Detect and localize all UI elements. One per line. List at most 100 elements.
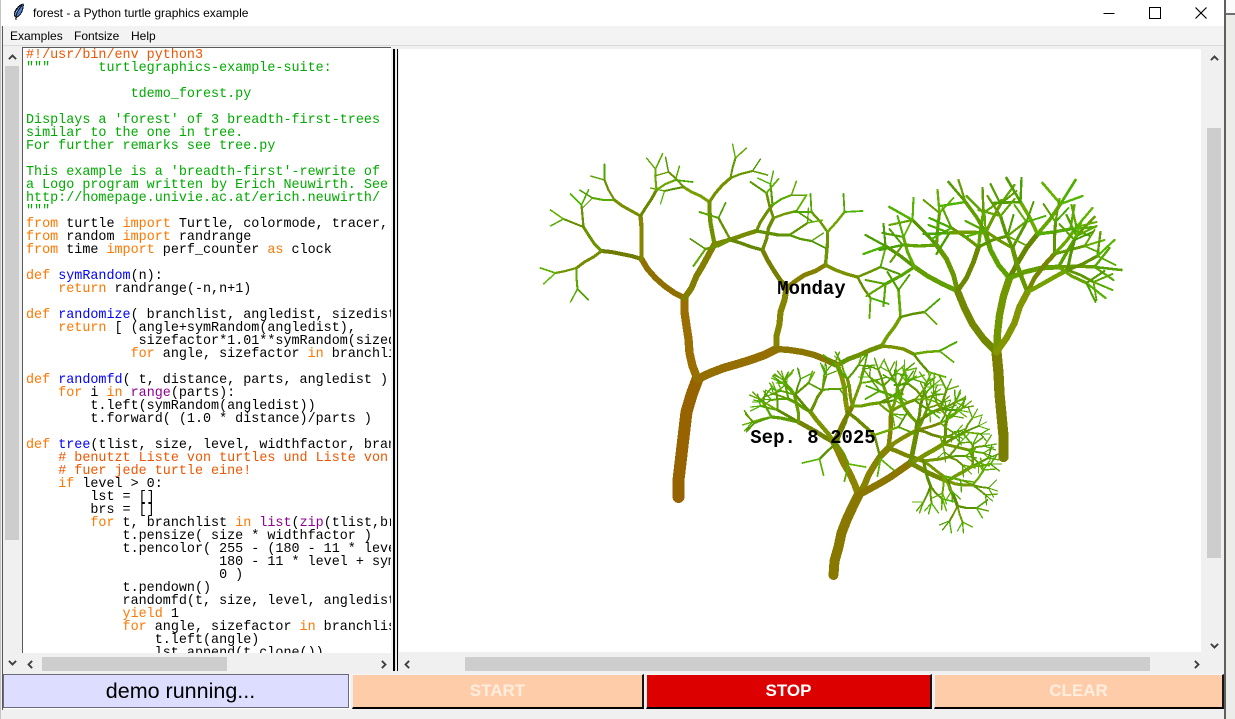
code-line: t.forward( (1.0 * distance)/parts ) <box>26 413 391 426</box>
canvas-vertical-scrollbar[interactable] <box>1206 50 1222 654</box>
tree-branch <box>889 207 912 220</box>
tree-branch <box>791 181 796 195</box>
code-line: from time import perf_counter as clock <box>26 244 391 257</box>
scroll-arrow[interactable] <box>1188 656 1205 672</box>
scroll-right-icon <box>379 660 388 669</box>
tree-branch <box>881 317 900 346</box>
tree-branch <box>745 414 754 423</box>
tree-branch <box>883 224 885 246</box>
tree-branch <box>807 208 808 223</box>
code-line: return randrange(-n,n+1) <box>26 283 391 296</box>
menu-fontsize[interactable]: Fontsize <box>74 29 119 43</box>
status-text: demo running... <box>106 679 255 704</box>
forest-drawing: MondaySep. 8 2025 <box>399 49 1202 652</box>
code-text: #!/usr/bin/env python3""" turtlegraphics… <box>26 49 391 653</box>
tree-branch <box>583 227 601 251</box>
tree-branch <box>980 429 989 434</box>
scroll-arrow[interactable] <box>375 656 392 672</box>
tree-branch <box>709 178 730 202</box>
tree-branch <box>852 403 878 406</box>
tree-branch <box>735 148 746 158</box>
tree-branch <box>866 284 885 296</box>
tree-branch <box>709 202 714 244</box>
tree-branch <box>750 182 766 193</box>
scrollbar-thumb[interactable] <box>5 66 19 540</box>
code-token: import <box>106 243 154 258</box>
tree-branch <box>570 194 581 205</box>
code-token: For further remarks see tree.py <box>26 139 275 154</box>
tree-branch <box>865 280 885 284</box>
tree-branch <box>874 427 898 435</box>
turtledemo-window: forest - a Python turtle graphics exampl… <box>0 0 1226 719</box>
code-vertical-scrollbar[interactable] <box>4 49 20 671</box>
tree-branch <box>968 446 984 450</box>
tree-branch <box>996 352 1003 457</box>
background-window-edge <box>1224 0 1235 719</box>
scroll-arrow[interactable] <box>1206 637 1222 654</box>
window-border-line <box>2 26 3 710</box>
menu-examples[interactable]: Examples <box>10 29 63 43</box>
stop-button[interactable]: STOP <box>646 674 932 709</box>
scroll-arrow[interactable] <box>399 656 416 672</box>
tree-branch <box>900 312 924 317</box>
tree-branch <box>796 195 806 211</box>
tree-branch <box>930 486 931 503</box>
tree-branch <box>697 349 776 379</box>
scroll-arrow[interactable] <box>1206 50 1222 67</box>
clear-button[interactable]: CLEAR <box>934 674 1224 709</box>
tree-branch <box>590 176 604 180</box>
tree-branch <box>988 480 996 488</box>
tree-branch <box>808 383 821 390</box>
maximize-button[interactable] <box>1133 0 1178 26</box>
scroll-arrow[interactable] <box>4 49 20 66</box>
code-horizontal-scrollbar[interactable] <box>22 656 392 672</box>
code-line: tdemo_forest.py <box>26 88 391 101</box>
tree-branch <box>902 245 936 246</box>
tree-branch <box>962 522 972 527</box>
tree-branch <box>577 289 588 300</box>
canvas-text: Sep. 8 2025 <box>750 427 875 449</box>
code-editor[interactable]: #!/usr/bin/env python3""" turtlegraphics… <box>22 47 391 653</box>
tree-branch <box>772 195 791 205</box>
turtle-canvas[interactable]: MondaySep. 8 2025 <box>399 49 1202 652</box>
tree-branch <box>576 268 577 289</box>
background-window-line <box>1226 13 1235 15</box>
tree-branch <box>895 370 896 382</box>
tree-branch <box>933 379 941 385</box>
tree-branch <box>654 172 668 176</box>
tree-branch <box>939 376 946 390</box>
window-right-border <box>1224 0 1226 719</box>
canvas-horizontal-scrollbar[interactable] <box>399 656 1205 672</box>
scroll-arrow[interactable] <box>4 654 20 671</box>
tree-branch <box>555 268 576 273</box>
tree-branch <box>937 190 939 213</box>
scroll-left-icon <box>26 660 35 669</box>
code-token: for <box>131 347 155 362</box>
minimize-button[interactable] <box>1087 0 1132 26</box>
scrollbar-thumb[interactable] <box>465 657 1150 671</box>
start-button[interactable]: START <box>352 674 644 709</box>
tree-branch <box>789 235 811 241</box>
tree-branch <box>880 459 893 470</box>
code-line: for angle, sizefactor in branchlist ] <box>26 348 391 361</box>
scroll-right-icon <box>1192 660 1201 669</box>
tree-branch <box>752 171 767 175</box>
menu-help[interactable]: Help <box>131 29 156 43</box>
scrollbar-thumb[interactable] <box>1207 128 1221 558</box>
tree-branch <box>869 298 870 318</box>
tree-branch <box>550 219 563 226</box>
code-line: """ turtlegraphics-example-suite: <box>26 62 391 75</box>
scroll-arrow[interactable] <box>22 656 39 672</box>
tree-branch <box>963 434 972 445</box>
tree-branch <box>923 486 930 502</box>
window-title: forest - a Python turtle graphics exampl… <box>33 6 248 20</box>
tree-branch <box>857 267 880 277</box>
tree-branch <box>833 442 858 495</box>
tree-branch <box>810 390 822 412</box>
tree-branch <box>641 259 684 298</box>
scrollbar-thumb[interactable] <box>42 657 227 671</box>
tree-branch <box>684 244 714 298</box>
tree-branch <box>730 158 735 178</box>
scroll-down-icon <box>1210 641 1219 650</box>
close-button[interactable] <box>1179 0 1224 26</box>
